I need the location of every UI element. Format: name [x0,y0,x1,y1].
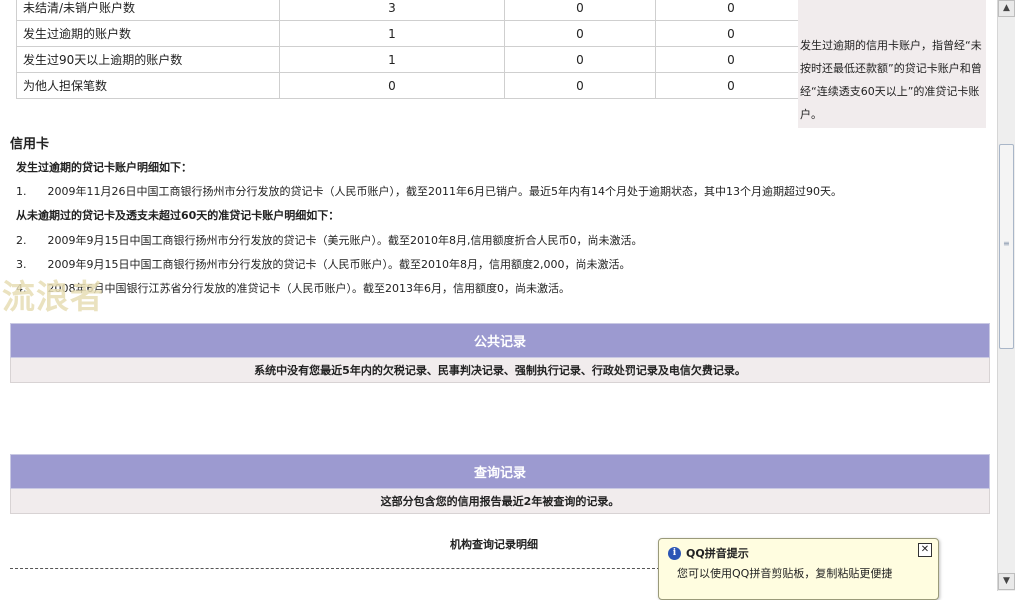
row-value: 0 [504,46,656,73]
side-note-text: 发生过逾期的信用卡账户，指曾经“未按时还最低还款额”的贷记卡账户和曾经“连续透支… [800,39,982,121]
row-value: 0 [504,0,656,21]
query-record-title: 查询记录 [473,466,526,481]
query-record-band: 查询记录 [10,454,990,489]
table-row: 发生过逾期的账户数 1 0 0 [16,20,807,47]
list-item-number: 2. [16,234,27,247]
public-record-message-row: 系统中没有您最近5年内的欠税记录、民事判决记录、强制执行记录、行政处罚记录及电信… [10,358,990,383]
row-value: 0 [655,0,807,21]
close-icon[interactable]: ✕ [918,543,932,557]
list-item-text: 2009年9月15日中国工商银行扬州市分行发放的贷记卡（美元账户）。截至2010… [47,234,643,247]
query-detail-title: 机构查询记录明细 [450,538,538,551]
list-item-text: 2008年6月中国银行江苏省分行发放的准贷记卡（人民币账户）。截至2013年6月… [47,282,570,295]
list-item: 1. 2009年11月26日中国工商银行扬州市分行发放的贷记卡（人民币账户），截… [16,183,842,199]
row-value: 1 [279,20,505,47]
row-value: 0 [504,20,656,47]
row-value: 0 [655,46,807,73]
watermark-logo: 流浪者 [2,277,104,316]
row-value: 1 [279,46,505,73]
row-value: 0 [504,72,656,99]
overdue-list-heading: 发生过逾期的贷记卡账户明细如下： [16,161,192,174]
query-record-message-row: 这部分包含您的信用报告最近2年被查询的记录。 [10,489,990,514]
credit-card-heading: 信用卡 [10,137,50,152]
row-label: 发生过90天以上逾期的账户数 [16,46,280,73]
table-row: 未结清/未销户账户数 3 0 0 [16,0,807,21]
vertical-scrollbar[interactable]: ▲ ≡ ▼ [997,0,1015,591]
row-label: 未结清/未销户账户数 [16,0,280,21]
normal-list-heading: 从未逾期过的贷记卡及透支未超过60天的准贷记卡账户明细如下： [16,209,340,222]
scroll-down-button[interactable]: ▼ [998,573,1015,590]
public-record-band: 公共记录 [10,323,990,358]
table-row: 为他人担保笔数 0 0 0 [16,72,807,99]
popup-text: 您可以使用QQ拼音剪贴板，复制粘贴更便捷 [677,567,893,580]
row-value: 3 [279,0,505,21]
scroll-up-button[interactable]: ▲ [998,0,1015,17]
public-record-message: 系统中没有您最近5年内的欠税记录、民事判决记录、强制执行记录、行政处罚记录及电信… [254,364,746,377]
grip-icon: ≡ [1003,239,1010,248]
row-label: 发生过逾期的账户数 [16,20,280,47]
public-record-title: 公共记录 [473,335,526,350]
row-value: 0 [279,72,505,99]
scrollbar-thumb[interactable]: ≡ [999,144,1014,349]
info-icon: i [668,547,681,560]
popup-title: QQ拼音提示 [686,547,749,560]
list-item: 3. 2009年9月15日中国工商银行扬州市分行发放的贷记卡（人民币账户）。截至… [16,256,630,272]
divider [10,568,660,569]
side-note: 发生过逾期的信用卡账户，指曾经“未按时还最低还款额”的贷记卡账户和曾经“连续透支… [798,0,986,128]
account-summary-table: 未结清/未销户账户数 3 0 0 发生过逾期的账户数 1 0 0 发生过90天以上逾期的账户数… [16,0,807,99]
row-value: 0 [655,20,807,47]
row-value: 0 [655,72,807,99]
list-item-number: 1. [16,185,27,198]
list-item: 2. 2009年9月15日中国工商银行扬州市分行发放的贷记卡（美元账户）。截至2… [16,232,642,248]
list-item-text: 2009年9月15日中国工商银行扬州市分行发放的贷记卡（人民币账户）。截至201… [47,258,631,271]
query-record-message: 这部分包含您的信用报告最近2年被查询的记录。 [380,495,620,508]
row-label: 为他人担保笔数 [16,72,280,99]
list-item-text: 2009年11月26日中国工商银行扬州市分行发放的贷记卡（人民币账户），截至20… [47,185,842,198]
table-row: 发生过90天以上逾期的账户数 1 0 0 [16,46,807,73]
